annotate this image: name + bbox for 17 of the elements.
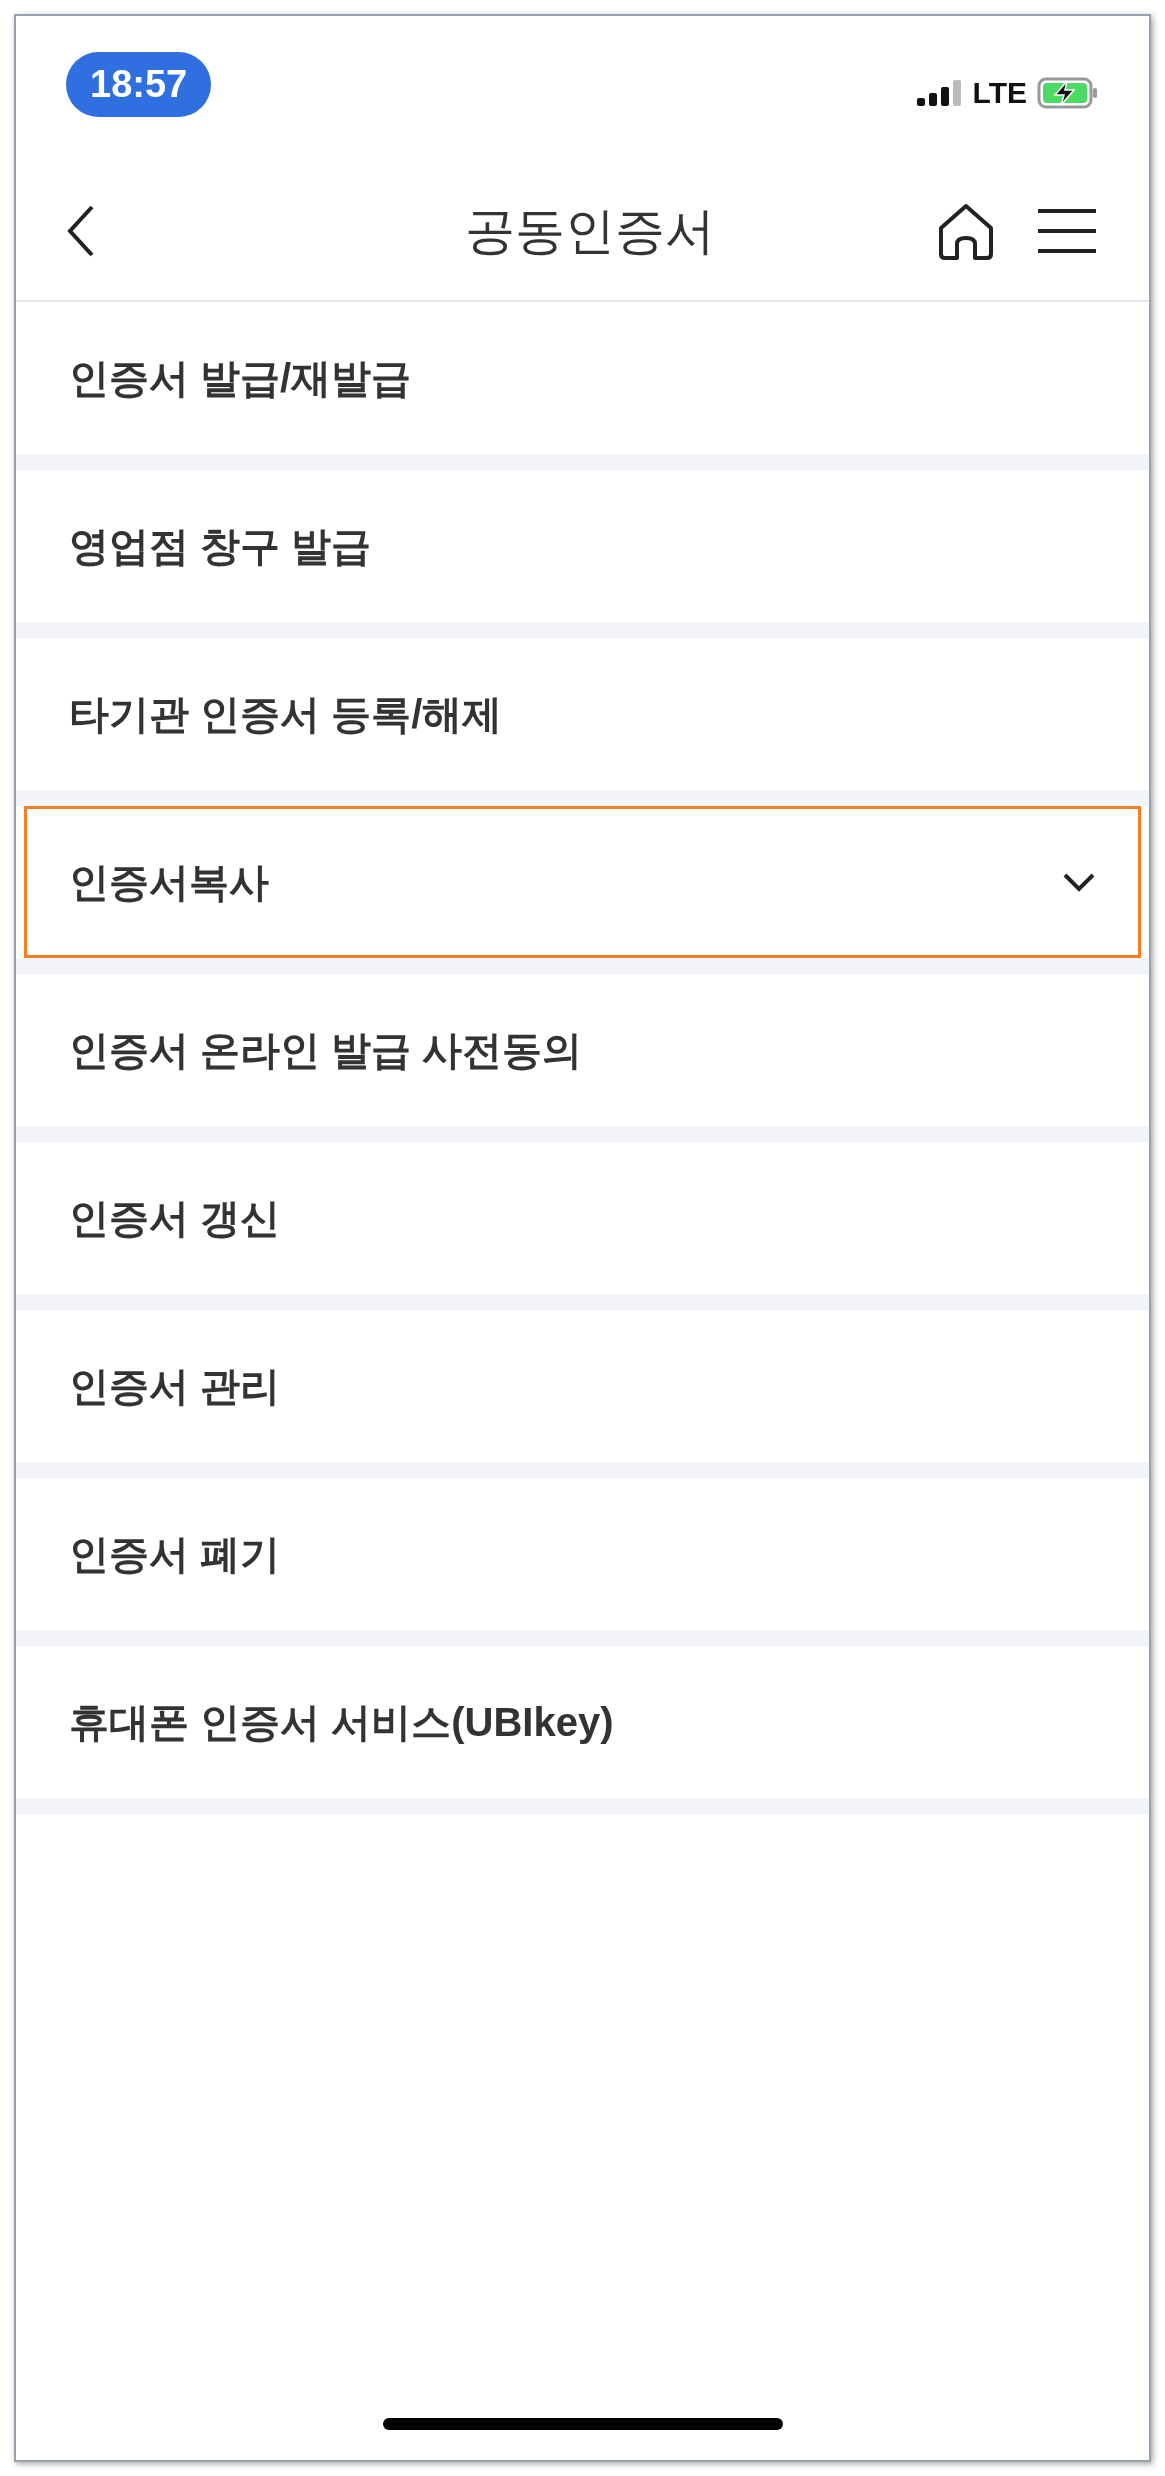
menu-item[interactable]: 인증서 관리 bbox=[24, 1310, 1141, 1462]
chevron-down-icon bbox=[1062, 872, 1096, 892]
signal-icon bbox=[916, 79, 963, 106]
menu-item[interactable]: 인증서 갱신 bbox=[24, 1142, 1141, 1294]
menu-icon bbox=[1036, 208, 1098, 254]
menu-item[interactable]: 휴대폰 인증서 서비스(UBIkey) bbox=[24, 1646, 1141, 1798]
battery-charging-icon bbox=[1037, 76, 1099, 109]
menu-item[interactable]: 영업점 창구 발급 bbox=[24, 470, 1141, 622]
chevron-left-icon bbox=[66, 204, 96, 258]
menu-item[interactable]: 인증서 폐기 bbox=[24, 1478, 1141, 1630]
network-label: LTE bbox=[972, 75, 1027, 111]
menu-item[interactable]: 인증서 온라인 발급 사전동의 bbox=[24, 974, 1141, 1126]
menu-item[interactable]: 인증서복사 bbox=[24, 806, 1141, 958]
menu-item[interactable]: 인증서 발급/재발급 bbox=[24, 302, 1141, 454]
page-title: 공동인증서 bbox=[464, 201, 715, 261]
status-time: 18:57 bbox=[66, 52, 212, 117]
menu-item[interactable]: 타기관 인증서 등록/해제 bbox=[24, 638, 1141, 790]
